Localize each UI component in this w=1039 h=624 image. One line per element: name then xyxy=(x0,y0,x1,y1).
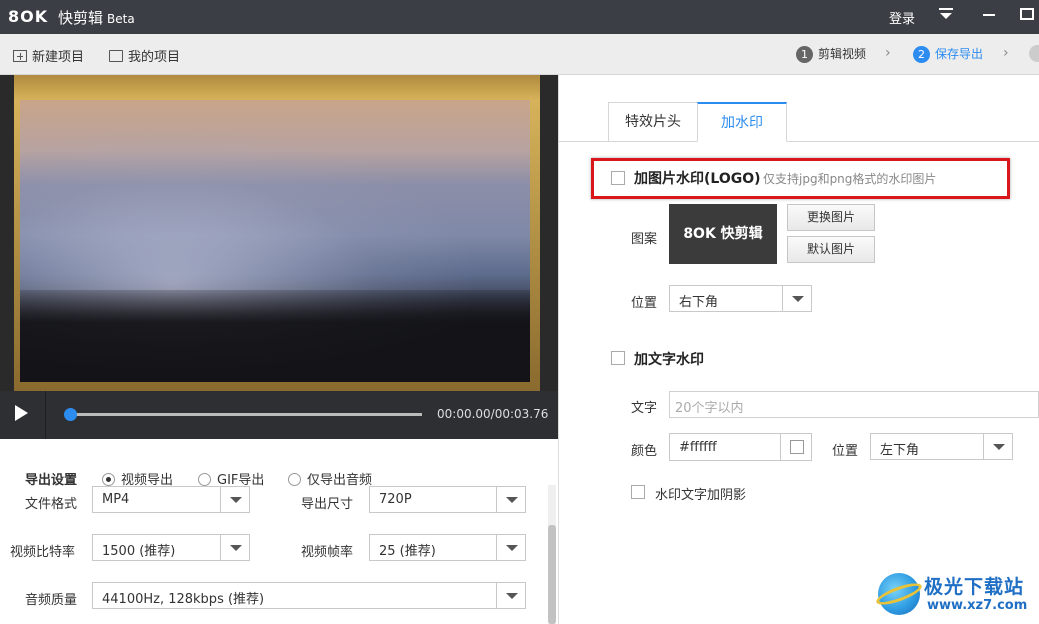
audio-quality-label: 音频质量 xyxy=(25,593,78,608)
bitrate-select[interactable]: 1500 (推荐) xyxy=(92,534,250,561)
video-thumbnail-crowd xyxy=(20,290,530,382)
watermark-logo-preview: 8OK 快剪辑 xyxy=(669,204,777,264)
tab-add-watermark[interactable]: 加水印 xyxy=(697,102,787,142)
select-value: 720P xyxy=(379,492,412,507)
title-bar: 8OK 快剪辑 Beta 登录 xyxy=(0,0,1039,34)
step-label: 剪辑视频 xyxy=(818,47,867,61)
color-label: 颜色 xyxy=(631,444,658,459)
radio-icon xyxy=(288,473,301,486)
progress-handle[interactable] xyxy=(64,408,77,421)
app-name-text: 快剪辑 xyxy=(58,9,104,27)
watermark-text-input[interactable]: 20个字以内 xyxy=(669,391,1039,418)
select-value: 25 (推荐) xyxy=(379,544,436,559)
frame-rate-label: 视频帧率 xyxy=(301,545,354,560)
file-format-label: 文件格式 xyxy=(25,497,78,512)
color-field[interactable]: #ffffff xyxy=(669,433,812,461)
color-swatch[interactable] xyxy=(790,440,804,454)
radio-icon xyxy=(102,473,115,486)
select-value: 右下角 xyxy=(679,295,719,310)
chevron-down-icon[interactable] xyxy=(496,487,525,512)
text-shadow-label: 水印文字加阴影 xyxy=(655,488,747,503)
image-watermark-title: 加图片水印(LOGO) xyxy=(634,171,761,187)
default-image-button[interactable]: 默认图片 xyxy=(787,236,875,263)
select-value: 1500 (推荐) xyxy=(102,544,176,559)
site-watermark: 极光下载站 www.xz7.com xyxy=(874,571,1034,619)
radio-audio-only[interactable]: 仅导出音频 xyxy=(288,469,372,488)
site-name: 极光下载站 xyxy=(924,576,1025,598)
scrollbar-thumb[interactable] xyxy=(548,525,556,624)
text-label: 文字 xyxy=(631,401,658,416)
color-value: #ffffff xyxy=(679,440,717,455)
frame-rate-select[interactable]: 25 (推荐) xyxy=(369,534,526,561)
step-save-export[interactable]: 2 保存导出 xyxy=(913,45,983,63)
step-number: 1 xyxy=(796,46,813,63)
login-button[interactable]: 登录 xyxy=(889,8,915,27)
app-logo: 8OK xyxy=(8,7,49,26)
maximize-icon[interactable] xyxy=(1015,6,1039,28)
app-version: Beta xyxy=(107,12,135,26)
plus-icon xyxy=(13,50,27,62)
my-projects-button[interactable]: 我的项目 xyxy=(109,46,180,65)
play-icon[interactable] xyxy=(15,405,28,421)
chevron-right-icon: › xyxy=(885,45,891,61)
image-position-select[interactable]: 右下角 xyxy=(669,285,812,312)
tab-intro-effects[interactable]: 特效片头 xyxy=(608,102,698,142)
export-size-select[interactable]: 720P xyxy=(369,486,526,513)
my-projects-label: 我的项目 xyxy=(128,50,181,65)
text-watermark-checkbox[interactable] xyxy=(611,351,625,365)
divider xyxy=(780,434,781,460)
chevron-down-icon[interactable] xyxy=(220,535,249,560)
new-project-label: 新建项目 xyxy=(32,50,85,65)
export-scrollbar[interactable] xyxy=(548,485,556,624)
step-label: 保存导出 xyxy=(935,47,984,61)
progress-track[interactable] xyxy=(70,413,422,416)
image-position-label: 位置 xyxy=(631,296,658,311)
chevron-down-icon[interactable] xyxy=(496,583,525,608)
new-project-button[interactable]: 新建项目 xyxy=(13,46,84,65)
text-position-select[interactable]: 左下角 xyxy=(870,433,1013,460)
image-watermark-checkbox[interactable] xyxy=(611,171,625,185)
pattern-label: 图案 xyxy=(631,232,658,247)
export-settings-label: 导出设置 xyxy=(25,473,78,488)
replace-image-button[interactable]: 更换图片 xyxy=(787,204,875,231)
app-title: 快剪辑 Beta xyxy=(58,7,135,28)
input-placeholder: 20个字以内 xyxy=(675,401,744,416)
chevron-right-icon: › xyxy=(1003,45,1009,61)
divider xyxy=(45,391,46,439)
playback-bar: 00:00.00/00:03.76 xyxy=(0,391,558,439)
chevron-down-icon[interactable] xyxy=(983,434,1012,459)
menu-icon[interactable] xyxy=(934,6,958,28)
select-value: 左下角 xyxy=(880,443,920,458)
text-shadow-checkbox[interactable] xyxy=(631,485,645,499)
radio-icon xyxy=(198,473,211,486)
file-format-select[interactable]: MP4 xyxy=(92,486,250,513)
time-display: 00:00.00/00:03.76 xyxy=(437,407,549,421)
select-value: MP4 xyxy=(102,492,130,507)
minimize-icon[interactable] xyxy=(977,6,1001,28)
chevron-down-icon[interactable] xyxy=(496,535,525,560)
export-size-label: 导出尺寸 xyxy=(301,497,354,512)
video-preview xyxy=(0,75,558,391)
image-watermark-hint: 仅支持jpg和png格式的水印图片 xyxy=(763,172,937,186)
audio-quality-select[interactable]: 44100Hz, 128kbps (推荐) xyxy=(92,582,526,609)
radio-label: 仅导出音频 xyxy=(307,473,373,488)
site-url: www.xz7.com xyxy=(927,598,1028,613)
step-3-indicator[interactable] xyxy=(1029,45,1039,62)
folder-icon xyxy=(109,50,123,62)
bitrate-label: 视频比特率 xyxy=(10,545,76,560)
text-watermark-title: 加文字水印 xyxy=(634,352,704,368)
step-number: 2 xyxy=(913,46,930,63)
select-value: 44100Hz, 128kbps (推荐) xyxy=(102,592,265,607)
chevron-down-icon[interactable] xyxy=(220,487,249,512)
text-position-label: 位置 xyxy=(832,444,859,459)
step-edit-video[interactable]: 1 剪辑视频 xyxy=(796,45,866,63)
chevron-down-icon[interactable] xyxy=(782,286,811,311)
